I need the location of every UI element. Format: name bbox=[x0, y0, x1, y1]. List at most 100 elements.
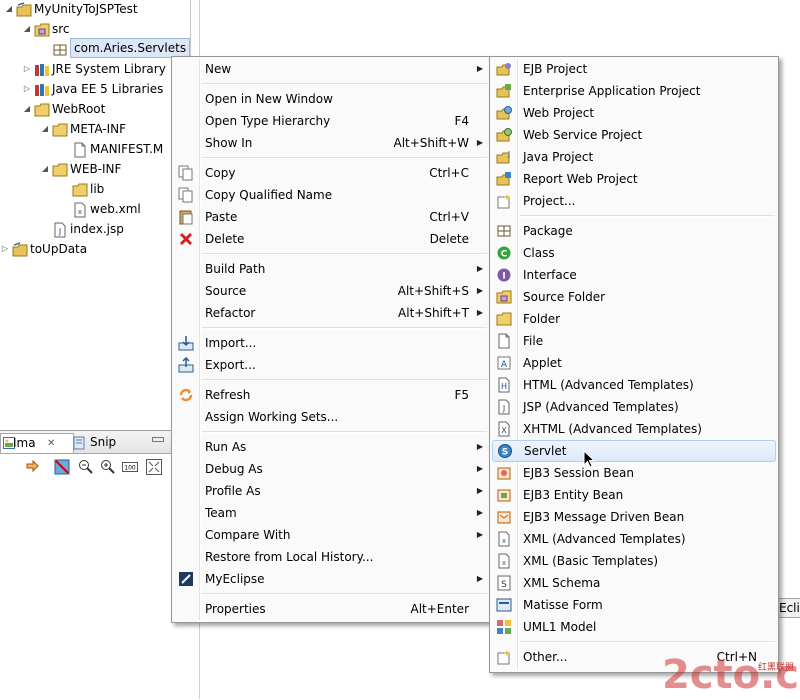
expanded-arrow-icon[interactable]: ◢ bbox=[40, 159, 50, 179]
collapsed-arrow-icon[interactable]: ▷ bbox=[0, 239, 10, 259]
zoom-in-icon[interactable] bbox=[100, 459, 116, 475]
close-icon[interactable]: ✕ bbox=[47, 434, 55, 453]
collapsed-arrow-icon[interactable]: ▷ bbox=[22, 59, 32, 79]
menu-item-properties[interactable]: Properties Alt+Enter bbox=[174, 598, 488, 620]
tree-item[interactable]: ▷JRE System Library[ bbox=[0, 59, 190, 79]
menu-item-report-web-project[interactable]: Report Web Project bbox=[492, 168, 776, 190]
expanded-arrow-icon[interactable]: ◢ bbox=[22, 19, 32, 39]
tree-item[interactable]: lib bbox=[0, 179, 190, 199]
tree-item[interactable]: ◢ src bbox=[0, 19, 190, 39]
tree-item[interactable]: x web.xml bbox=[0, 199, 190, 219]
menu-item-enterprise-application-project[interactable]: Enterprise Application Project bbox=[492, 80, 776, 102]
menu-item-label: Copy Qualified Name bbox=[205, 188, 333, 202]
menu-item-ejb3-entity-bean[interactable]: EJB3 Entity Bean bbox=[492, 484, 776, 506]
tree-item[interactable]: Jindex.jsp bbox=[0, 219, 190, 239]
menu-item-open-in-new-window[interactable]: Open in New Window bbox=[174, 88, 488, 110]
menu-item-run-as[interactable]: Run As ▶ bbox=[174, 436, 488, 458]
menu-item-web-service-project[interactable]: Web Service Project bbox=[492, 124, 776, 146]
menu-item-assign-working-sets[interactable]: Assign Working Sets... bbox=[174, 406, 488, 428]
submenu-arrow-icon: ▶ bbox=[476, 486, 483, 495]
menu-item-xml-basic-templates[interactable]: x XML (Basic Templates) bbox=[492, 550, 776, 572]
myeclipse-icon bbox=[178, 571, 194, 587]
watermark-subtext: 红黑联盟 bbox=[758, 663, 795, 673]
tree-item[interactable]: ▷ toUpData bbox=[0, 239, 190, 259]
menu-item-debug-as[interactable]: Debug As ▶ bbox=[174, 458, 488, 480]
tree-item[interactable]: MANIFEST.M bbox=[0, 139, 190, 159]
menu-item-uml1-model[interactable]: UML1 Model bbox=[492, 616, 776, 638]
fit-image-icon[interactable] bbox=[146, 459, 162, 475]
tree-item[interactable]: ▷ Java EE 5 Libraries bbox=[0, 79, 190, 99]
menu-item-ejb3-session-bean[interactable]: EJB3 Session Bean bbox=[492, 462, 776, 484]
menu-item-label: Web Service Project bbox=[523, 128, 643, 142]
report-project-icon bbox=[496, 171, 512, 187]
java-project-icon: J bbox=[496, 149, 512, 165]
tab-image-view[interactable]: Ima ✕ bbox=[0, 433, 74, 453]
tree-item[interactable]: com.Aries.Servlets bbox=[0, 38, 190, 59]
menu-item-team[interactable]: Team ▶ bbox=[174, 502, 488, 524]
expanded-arrow-icon[interactable]: ◢ bbox=[40, 119, 50, 139]
menu-item-source-folder[interactable]: Source Folder bbox=[492, 286, 776, 308]
expanded-arrow-icon[interactable]: ◢ bbox=[22, 99, 32, 119]
folder-icon bbox=[496, 311, 512, 327]
menu-item-html-advanced-templates[interactable]: H HTML (Advanced Templates) bbox=[492, 374, 776, 396]
menu-item-refactor[interactable]: Refactor Alt+Shift+T ▶ bbox=[174, 302, 488, 324]
menu-item-label: Team bbox=[205, 506, 237, 520]
tree-item[interactable]: ◢ WEB-INF bbox=[0, 159, 190, 179]
menu-item-file[interactable]: File bbox=[492, 330, 776, 352]
menu-item-paste[interactable]: Paste Ctrl+V bbox=[174, 206, 488, 228]
menu-item-interface[interactable]: I Interface bbox=[492, 264, 776, 286]
menu-item-applet[interactable]: A Applet bbox=[492, 352, 776, 374]
menu-item-java-project[interactable]: J Java Project bbox=[492, 146, 776, 168]
actual-size-icon[interactable]: 100 bbox=[122, 459, 138, 475]
menu-item-xhtml-advanced-templates[interactable]: X XHTML (Advanced Templates) bbox=[492, 418, 776, 440]
svg-text:x: x bbox=[502, 537, 506, 545]
menu-item-new[interactable]: New ▶ bbox=[174, 58, 488, 80]
menu-item-copy[interactable]: Copy Ctrl+C bbox=[174, 162, 488, 184]
uml-model-icon bbox=[496, 619, 512, 635]
menu-item-servlet[interactable]: S Servlet bbox=[492, 440, 776, 462]
menu-item-refresh[interactable]: Refresh F5 bbox=[174, 384, 488, 406]
tree-item[interactable]: ◢ META-INF bbox=[0, 119, 190, 139]
menu-item-project[interactable]: Project... bbox=[492, 190, 776, 212]
menu-item-delete[interactable]: Delete Delete bbox=[174, 228, 488, 250]
menu-separator bbox=[202, 431, 487, 433]
tab-snippets-view[interactable]: Snip bbox=[70, 433, 136, 452]
svg-text:J: J bbox=[58, 227, 61, 236]
menu-item-profile-as[interactable]: Profile As ▶ bbox=[174, 480, 488, 502]
menu-item-class[interactable]: C Class bbox=[492, 242, 776, 264]
menu-item-label: Export... bbox=[205, 358, 256, 372]
link-editor-icon[interactable] bbox=[24, 459, 40, 475]
menu-item-xml-schema[interactable]: S XML Schema bbox=[492, 572, 776, 594]
menu-item-source[interactable]: Source Alt+Shift+S ▶ bbox=[174, 280, 488, 302]
tree-item[interactable]: ◢ MyUnityToJSPTest bbox=[0, 0, 190, 19]
menu-item-build-path[interactable]: Build Path ▶ bbox=[174, 258, 488, 280]
menu-item-export[interactable]: Export... bbox=[174, 354, 488, 376]
zoom-out-icon[interactable] bbox=[78, 459, 94, 475]
menu-item-ejb3-message-driven-bean[interactable]: EJB3 Message Driven Bean bbox=[492, 506, 776, 528]
menu-item-import[interactable]: Import... bbox=[174, 332, 488, 354]
menu-item-web-project[interactable]: Web Project bbox=[492, 102, 776, 124]
menu-item-label: Enterprise Application Project bbox=[523, 84, 701, 98]
menu-item-folder[interactable]: Folder bbox=[492, 308, 776, 330]
tree-item-label: Java EE 5 Libraries bbox=[52, 82, 164, 96]
no-image-icon[interactable] bbox=[54, 459, 70, 475]
menu-separator bbox=[202, 253, 487, 255]
tree-item[interactable]: ◢ WebRoot bbox=[0, 99, 190, 119]
menu-item-compare-with[interactable]: Compare With ▶ bbox=[174, 524, 488, 546]
expanded-arrow-icon[interactable]: ◢ bbox=[4, 0, 14, 19]
menu-item-package[interactable]: Package bbox=[492, 220, 776, 242]
minimize-view-button[interactable] bbox=[152, 437, 164, 442]
partial-view-tab[interactable]: Eclip bbox=[776, 598, 800, 618]
menu-item-open-type-hierarchy[interactable]: Open Type Hierarchy F4 bbox=[174, 110, 488, 132]
menu-item-jsp-advanced-templates[interactable]: J JSP (Advanced Templates) bbox=[492, 396, 776, 418]
menu-item-ejb-project[interactable]: EJB Project bbox=[492, 58, 776, 80]
menu-item-xml-advanced-templates[interactable]: x XML (Advanced Templates) bbox=[492, 528, 776, 550]
menu-item-restore-from-local-history[interactable]: Restore from Local History... bbox=[174, 546, 488, 568]
menu-item-show-in[interactable]: Show In Alt+Shift+W ▶ bbox=[174, 132, 488, 154]
menu-item-myeclipse[interactable]: MyEclipse ▶ bbox=[174, 568, 488, 590]
menu-item-copy-qualified-name[interactable]: Copy Qualified Name bbox=[174, 184, 488, 206]
menu-item-matisse-form[interactable]: Matisse Form bbox=[492, 594, 776, 616]
collapsed-arrow-icon[interactable]: ▷ bbox=[22, 79, 32, 99]
